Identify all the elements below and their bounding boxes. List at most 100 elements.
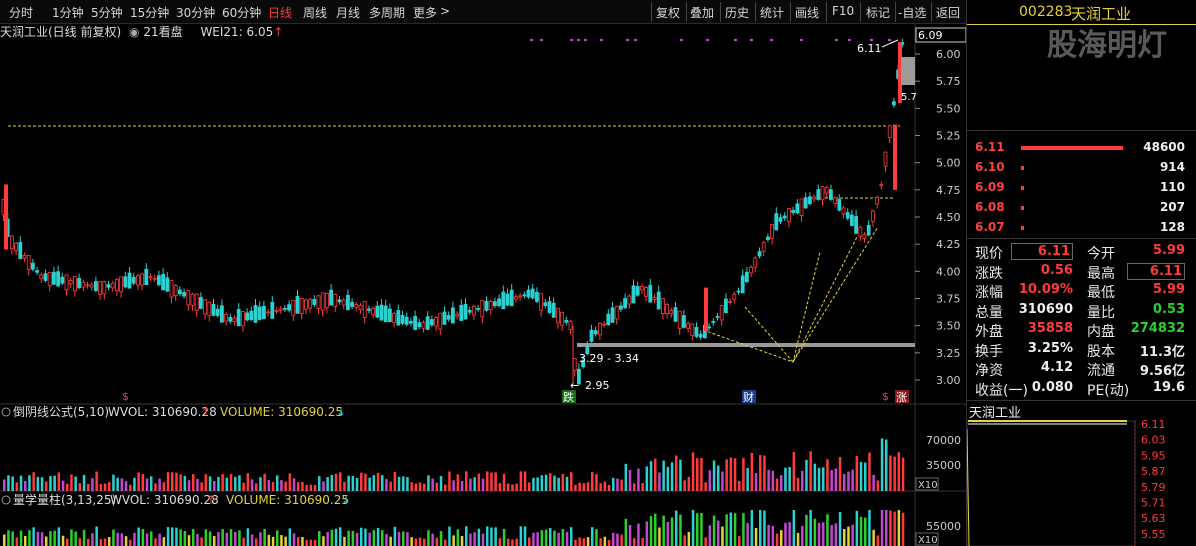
candle [270,296,275,319]
volume-bar [221,474,224,491]
volume-bar [297,537,300,546]
candle [26,254,31,276]
candle [429,315,434,328]
volume-bar [448,526,451,546]
low-label: 2.95 [585,379,610,392]
volume-bar [872,474,875,491]
volume-bar [322,536,325,546]
volume-bar [759,455,762,491]
watermark: 股海明灯 [1047,28,1167,63]
candle [766,233,770,243]
candle [278,305,283,314]
volume-bar [759,510,762,546]
candle [719,304,724,326]
volume-bar [330,474,334,491]
volume-bar [145,533,149,546]
candle [81,279,86,292]
candle [728,298,732,305]
orderbook-bar [1021,206,1024,210]
volume-bar [57,472,61,491]
volume-bar [238,530,241,546]
volume-bar [204,529,208,546]
mini-intraday-chart[interactable]: 6.11 6.03 5.95 5.87 5.79 5.71 5.63 5.55 [967,418,1196,546]
volume-bar [213,480,216,491]
candle [745,267,749,284]
volume-bar [28,530,31,546]
volume-bar [612,477,615,491]
volume-bar [897,510,901,546]
price-tick: 3.00 [936,374,961,387]
candle [610,301,615,323]
volume-bar [691,452,695,491]
volume-bar [70,474,73,491]
volume-bar [876,480,880,491]
volume-bar [360,472,363,491]
candle [782,212,787,221]
volume-bar [225,477,229,491]
volume-bar [586,482,590,491]
candle [602,320,606,328]
volume-bar [154,538,157,546]
volume-bar [595,529,598,546]
volume-bar [217,531,220,546]
candle [274,307,279,314]
candle [203,299,208,320]
volume-bar [250,534,254,546]
volume-bar [893,511,896,546]
vol2-name: 量学量柱(3,13,25) [13,492,116,507]
volume-bar [481,478,485,491]
volume-bar [196,478,199,491]
volume-bar [351,530,355,546]
volume-bars-2 [3,510,905,546]
volume-bar [99,539,103,546]
candle [627,294,632,309]
volume-bar [397,531,401,546]
volume-bar [889,510,892,546]
volume-bar [116,477,119,491]
candle [350,298,355,309]
volume-bar [61,480,65,491]
candle [547,296,552,314]
volume-bar [813,463,817,491]
volume-bar [843,474,846,491]
quote-value: 11.3亿 [1139,344,1185,360]
volume-bar [11,531,14,546]
price-tick: 4.75 [936,184,961,197]
volume-bar [712,515,716,546]
volume-bar [864,517,867,546]
candle [161,268,166,291]
volume-bar [292,533,296,546]
volume-bar [788,522,791,546]
volume-bar [490,472,493,491]
volume-bar [855,510,859,546]
quote-value: 3.25% [1027,340,1073,356]
quote-label: 净资 [975,363,1003,379]
volume-bar [435,537,439,546]
candle [824,185,829,198]
vol2-scale: X10 [918,535,938,546]
candle [736,287,741,295]
volume-bar [418,537,422,546]
volume-bar [364,528,367,546]
volume-bar [242,482,245,491]
volume-bar [599,483,602,491]
volume-bar [11,476,14,491]
volume-bar [511,539,514,546]
volume-bar [834,523,838,546]
volume-bar [292,478,296,491]
badge-rise: 涨 [896,391,907,404]
volume-bar [145,478,149,491]
kline-chart[interactable]: 6.00 5.75 5.50 5.25 5.00 4.75 4.50 4.25 4.00 3.75… [0,0,966,546]
volume-bar [171,527,174,546]
orderbook-bar [1021,146,1123,150]
candle [757,247,762,259]
orderbook-price: 6.08 [975,200,1005,214]
volume-bar [255,483,258,491]
orderbook-volume: 110 [1159,180,1185,194]
candle [35,266,39,276]
volume-bar [851,469,854,491]
volume-bar [570,527,573,546]
orderbook-bar [1021,166,1024,170]
candle [375,300,380,319]
candle [417,318,422,330]
